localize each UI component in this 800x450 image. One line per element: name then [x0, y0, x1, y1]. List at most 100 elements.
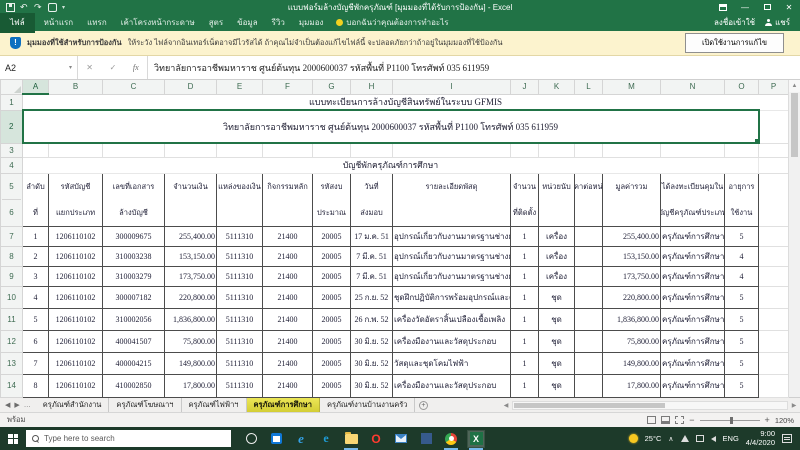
cell-r12-c4[interactable]: 5111310: [216, 329, 263, 353]
cell-empty[interactable]: [602, 142, 661, 158]
cell-empty[interactable]: [392, 142, 511, 158]
save-icon[interactable]: [6, 2, 15, 12]
cell-r11-c0[interactable]: 5: [22, 307, 49, 331]
ribbon-tab-6[interactable]: รีวิว: [265, 13, 292, 33]
cell-r12-c1[interactable]: 1206110102: [48, 329, 103, 353]
cell-r7-c8[interactable]: อุปกรณ์เกี่ยวกับงานมาตรฐานช่างยนต์ไทย: [392, 225, 511, 247]
taskbar-app-store[interactable]: [268, 431, 284, 447]
cell-empty[interactable]: [758, 285, 789, 309]
cell-r10-c1[interactable]: 1206110102: [48, 285, 103, 309]
column-header-G[interactable]: G: [312, 80, 351, 95]
row-header-1[interactable]: 1: [0, 93, 23, 111]
cell-r11-c13[interactable]: ครุภัณฑ์การศึกษา: [660, 307, 725, 331]
formula-input[interactable]: วิทยาลัยการอาชีพมหาราช ศูนย์ต้นทุน 20006…: [148, 56, 800, 79]
share-button[interactable]: แชร์: [765, 16, 790, 29]
sheet-tab-3-active[interactable]: ครุภัณฑ์การศึกษา: [246, 398, 320, 412]
cell-r9-c8[interactable]: อุปกรณ์เกี่ยวกับงานมาตรฐานช่างยนต์ไทย: [392, 265, 511, 287]
cell-r13-c6[interactable]: 20005: [312, 351, 351, 375]
cell-empty[interactable]: [216, 142, 263, 158]
cell-r9-c10[interactable]: เครื่อง: [538, 265, 575, 287]
qat-dropdown-icon[interactable]: ▾: [62, 4, 65, 11]
table-header-col-13[interactable]: ได้ลงทะเบียนคุมใน บัญชีครุภัณฑ์ประเภท: [660, 172, 725, 227]
name-box-dropdown-icon[interactable]: ▾: [69, 64, 72, 71]
clock[interactable]: 9:00 4/4/2020: [746, 429, 775, 447]
cell-r9-c11[interactable]: [574, 265, 603, 287]
page-layout-view-icon[interactable]: [661, 416, 671, 424]
scroll-up-icon[interactable]: ▲: [789, 80, 800, 92]
row-header-8[interactable]: 8: [0, 245, 23, 267]
table-header-col-1[interactable]: รหัสบัญชี แยกประเภท: [48, 172, 103, 227]
row-header-5-6[interactable]: 56: [0, 172, 23, 227]
cell-r14-c6[interactable]: 20005: [312, 373, 351, 398]
sheet-tab-4[interactable]: ครุภัณฑ์งานบ้านงานครัว: [319, 398, 416, 412]
cell-r10-c12[interactable]: 220,800.00: [602, 285, 661, 309]
table-header-col-10[interactable]: หน่วยนับ: [538, 172, 575, 227]
cell-r11-c9[interactable]: 1: [510, 307, 539, 331]
cell-r9-c0[interactable]: 3: [22, 265, 49, 287]
cell-a2-selected[interactable]: วิทยาลัยการอาชีพมหาราช ศูนย์ต้นทุน 20006…: [21, 109, 760, 144]
cell-r8-c7[interactable]: 7 มี.ค. 51: [350, 245, 393, 267]
cell-r8-c2[interactable]: 310003238: [102, 245, 165, 267]
cell-empty[interactable]: [758, 109, 789, 144]
row-header-4[interactable]: 4: [0, 156, 23, 174]
cell-empty[interactable]: [262, 142, 313, 158]
cell-empty[interactable]: [758, 172, 789, 227]
cell-r11-c11[interactable]: [574, 307, 603, 331]
column-header-M[interactable]: M: [602, 80, 661, 95]
horizontal-scrollbar[interactable]: ◀ ▶: [500, 398, 800, 412]
row-header-3[interactable]: 3: [0, 142, 23, 158]
cell-r12-c5[interactable]: 21400: [262, 329, 313, 353]
action-center-icon[interactable]: [782, 434, 792, 443]
insert-function-icon[interactable]: fx: [133, 63, 139, 72]
cell-r8-c4[interactable]: 5111310: [216, 245, 263, 267]
cell-r9-c5[interactable]: 21400: [262, 265, 313, 287]
cell-r8-c6[interactable]: 20005: [312, 245, 351, 267]
cell-r14-c8[interactable]: เครื่องมืองานและวัสดุประกอบ: [392, 373, 511, 398]
tray-expand-icon[interactable]: ∧: [668, 435, 673, 443]
taskbar-app-opera[interactable]: O: [368, 431, 384, 447]
column-header-O[interactable]: O: [724, 80, 759, 95]
cell-r11-c10[interactable]: ชุด: [538, 307, 575, 331]
row-header-12[interactable]: 12: [0, 329, 23, 353]
zoom-slider[interactable]: [699, 416, 760, 424]
cell-r10-c8[interactable]: ชุดฝึกปฏิบัติการพร้อมอุปกรณ์และตัวอย่าง: [392, 285, 511, 309]
cell-r10-c9[interactable]: 1: [510, 285, 539, 309]
cell-r7-c1[interactable]: 1206110102: [48, 225, 103, 247]
cell-r10-c14[interactable]: 5: [724, 285, 759, 309]
cell-r12-c12[interactable]: 75,800.00: [602, 329, 661, 353]
cell-r9-c14[interactable]: 4: [724, 265, 759, 287]
cell-r9-c12[interactable]: 173,750.00: [602, 265, 661, 287]
column-header-I[interactable]: I: [392, 80, 511, 95]
column-header-P[interactable]: P: [758, 80, 789, 95]
zoom-level[interactable]: 120%: [775, 416, 794, 425]
cell-empty[interactable]: [312, 142, 351, 158]
undo-icon[interactable]: [20, 3, 29, 12]
cell-empty[interactable]: [510, 142, 539, 158]
cell-r14-c3[interactable]: 17,800.00: [164, 373, 217, 398]
cell-r10-c11[interactable]: [574, 285, 603, 309]
cell-r8-c9[interactable]: 1: [510, 245, 539, 267]
horizontal-scroll-thumb[interactable]: [514, 402, 665, 408]
cell-r8-c10[interactable]: เครื่อง: [538, 245, 575, 267]
cell-r13-c10[interactable]: ชุด: [538, 351, 575, 375]
minimize-button[interactable]: —: [734, 0, 756, 14]
cell-r11-c12[interactable]: 1,836,800.00: [602, 307, 661, 331]
enter-icon[interactable]: ✓: [110, 63, 117, 72]
cell-r9-c9[interactable]: 1: [510, 265, 539, 287]
cell-r7-c7[interactable]: 17 ม.ค. 51: [350, 225, 393, 247]
touch-mode-icon[interactable]: [48, 2, 57, 12]
spreadsheet-grid[interactable]: A B C D E F G H I J K L M N O P 1 แบบทะเบียนการล้างบัญชีส…: [0, 80, 789, 398]
cell-r9-c2[interactable]: 310003279: [102, 265, 165, 287]
cell-r10-c2[interactable]: 300007182: [102, 285, 165, 309]
cell-r14-c5[interactable]: 21400: [262, 373, 313, 398]
cell-r14-c14[interactable]: 5: [724, 373, 759, 398]
close-button[interactable]: ✕: [778, 0, 800, 14]
taskbar-app-edge[interactable]: e: [318, 431, 334, 447]
column-header-D[interactable]: D: [164, 80, 217, 95]
ribbon-tab-4[interactable]: สูตร: [202, 13, 230, 33]
scroll-right-icon[interactable]: ▶: [788, 402, 800, 409]
table-header-col-4[interactable]: แหล่งของเงิน: [216, 172, 263, 227]
cell-r13-c2[interactable]: 400004215: [102, 351, 165, 375]
cell-empty[interactable]: [758, 329, 789, 353]
cell-r7-c9[interactable]: 1: [510, 225, 539, 247]
